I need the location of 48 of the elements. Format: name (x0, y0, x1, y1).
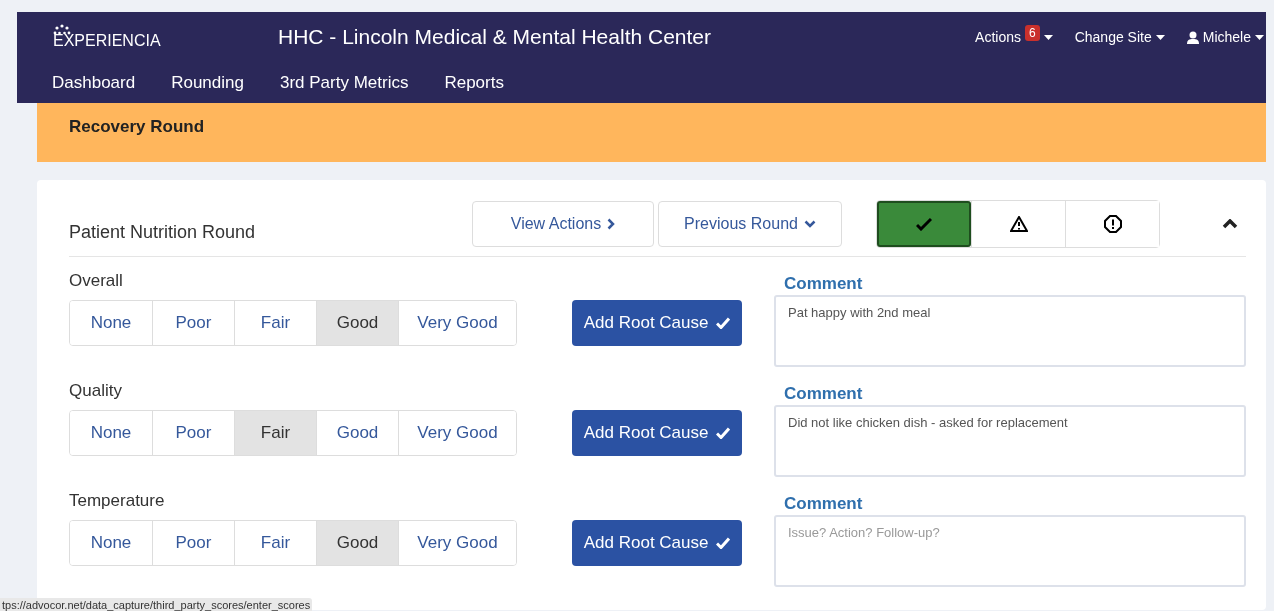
checkmark-icon (916, 217, 932, 231)
rating-option[interactable]: Good (316, 521, 398, 565)
user-icon (1186, 30, 1199, 44)
caret-icon (1255, 34, 1264, 40)
nav-item[interactable]: 3rd Party Metrics (279, 72, 409, 93)
round-title: Patient Nutrition Round (69, 220, 257, 243)
chevron-down-icon (803, 220, 816, 228)
comment-field[interactable]: Pat happy with 2nd meal (774, 295, 1246, 367)
nav-item[interactable]: Dashboard (52, 72, 136, 93)
chevron-right-icon (607, 218, 616, 230)
previous-round-button[interactable]: Previous Round (658, 201, 842, 247)
round-banner: Recovery Round (37, 103, 1266, 162)
comment-label: Comment (783, 273, 864, 295)
rating-option[interactable]: Very Good (398, 411, 516, 455)
rating-option[interactable]: Very Good (398, 521, 516, 565)
warning-icon (1009, 216, 1028, 232)
metric-label: Overall (69, 271, 124, 292)
caret-icon (1043, 34, 1053, 40)
logo-icon (53, 24, 71, 36)
logo-text: EXPERIENCIA (53, 32, 162, 50)
add-root-cause-button[interactable]: Add Root Cause (572, 520, 742, 566)
checkmark-icon (716, 427, 731, 439)
view-actions-button[interactable]: View Actions (472, 201, 654, 247)
metric-label: Temperature (69, 491, 166, 512)
add-root-cause-button[interactable]: Add Root Cause (572, 410, 742, 456)
nav-item[interactable]: Rounding (171, 72, 244, 93)
actions-menu[interactable]: Actions 6 (975, 25, 1053, 49)
comment-field[interactable]: Did not like chicken dish - asked for replacement (774, 405, 1246, 477)
metric-label: Quality (69, 381, 123, 402)
rating-option[interactable]: Very Good (398, 301, 516, 345)
change-site-menu[interactable]: Change Site (1074, 25, 1165, 49)
comment-label: Comment (783, 383, 864, 405)
caret-icon (1155, 34, 1165, 40)
comment-label: Comment (783, 493, 864, 515)
collapse-icon[interactable] (1222, 219, 1238, 229)
comment-field[interactable]: Issue? Action? Follow-up? (774, 515, 1246, 587)
nav-item[interactable]: Reports (444, 72, 504, 93)
rating-option[interactable]: Good (316, 301, 398, 345)
checkmark-icon (716, 537, 731, 549)
site-title: HHC - Lincoln Medical & Mental Health Center (278, 25, 712, 49)
rating-option[interactable]: Fair (234, 411, 316, 455)
status-toggle[interactable] (877, 201, 971, 247)
add-root-cause-button[interactable]: Add Root Cause (572, 300, 742, 346)
count-badge: 6 (1025, 25, 1040, 41)
alert-icon (1103, 215, 1122, 233)
user-menu[interactable]: Michele (1186, 25, 1264, 49)
checkmark-icon (716, 317, 731, 329)
status-url: tps://advocor.net/data_capture/third_party_scores/enter_scores (0, 598, 313, 611)
